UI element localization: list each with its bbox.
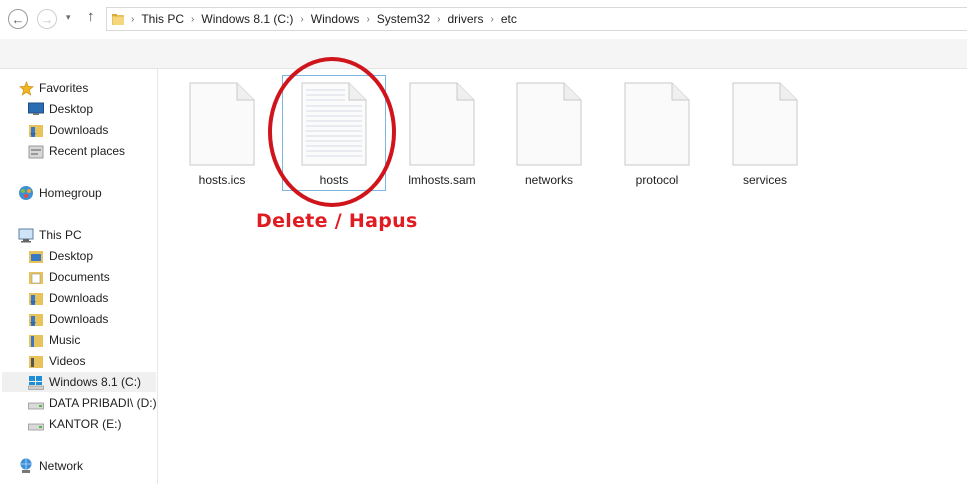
sidebar-item-label: Downloads	[49, 291, 109, 305]
sidebar-item-homegroup[interactable]: Homegroup	[18, 183, 102, 203]
sidebar-item-label: Music	[49, 333, 81, 347]
file-icon	[189, 82, 255, 166]
downloads-folder-icon	[28, 290, 44, 306]
sidebar-item-label: KANTOR (E:)	[49, 417, 122, 431]
breadcrumb-this-pc[interactable]: This PC ›	[141, 12, 201, 26]
downloads-folder-icon	[28, 122, 44, 138]
file-item-hosts-ics[interactable]: hosts.ics	[172, 82, 272, 187]
breadcrumb-etc[interactable]: etc	[501, 12, 517, 26]
breadcrumb-drivers[interactable]: drivers ›	[447, 12, 500, 26]
sidebar-item-label: Downloads	[49, 312, 109, 326]
breadcrumb-system32[interactable]: System32 ›	[377, 12, 448, 26]
recent-locations-dropdown[interactable]: ▾	[66, 12, 71, 23]
annotation-circle	[268, 57, 396, 207]
back-button[interactable]: ←	[8, 9, 28, 29]
star-icon	[18, 80, 34, 96]
sidebar-item-label: DATA PRIBADI\ (D:)	[49, 396, 157, 410]
sidebar-item-label: Desktop	[49, 102, 94, 116]
sidebar-item-label: Downloads	[49, 123, 109, 137]
file-item-networks[interactable]: networks	[499, 82, 599, 187]
sidebar-item-downloads-2[interactable]: Downloads	[28, 309, 108, 329]
desktop-folder-icon	[28, 248, 44, 264]
annotation-label: Delete / Hapus	[256, 210, 418, 232]
breadcrumb-windows[interactable]: Windows ›	[311, 12, 377, 26]
sidebar-item-label: Favorites	[39, 81, 89, 95]
drive-icon	[28, 416, 44, 432]
sidebar-item-recent-places[interactable]: Recent places	[28, 141, 125, 161]
sidebar-item-documents[interactable]: Documents	[28, 267, 110, 287]
file-item-lmhosts-sam[interactable]: lmhosts.sam	[392, 82, 492, 187]
sidebar-item-desktop-favorite[interactable]: Desktop	[28, 99, 93, 119]
toolbar-strip	[0, 39, 967, 69]
sidebar-item-this-pc[interactable]: This PC	[18, 225, 82, 245]
address-bar: ← → ▾ ↑ › This PC › Windows 8.1 (C:) › Win…	[0, 0, 967, 39]
file-item-services[interactable]: services	[715, 82, 815, 187]
file-name: services	[742, 173, 787, 187]
sidebar-item-label: Windows 8.1 (C:)	[49, 375, 142, 389]
sidebar-item-network[interactable]: Network	[18, 456, 83, 476]
sidebar-item-kantor-drive[interactable]: KANTOR (E:)	[28, 414, 121, 434]
sidebar-item-label: Homegroup	[39, 186, 102, 200]
up-button[interactable]: ↑	[87, 8, 95, 25]
homegroup-icon	[18, 185, 34, 201]
sidebar-item-videos[interactable]: Videos	[28, 351, 85, 371]
sidebar-item-label: Desktop	[49, 249, 94, 263]
sidebar-item-desktop[interactable]: Desktop	[28, 246, 93, 266]
file-icon	[409, 82, 475, 166]
computer-icon	[18, 227, 34, 243]
sidebar-item-label: This PC	[39, 228, 82, 242]
sidebar-item-windows-drive[interactable]: Windows 8.1 (C:)	[2, 372, 156, 392]
sidebar-item-downloads-favorite[interactable]: Downloads	[28, 120, 108, 140]
file-name: protocol	[635, 173, 679, 187]
music-folder-icon	[28, 332, 44, 348]
file-icon	[624, 82, 690, 166]
sidebar-item-label: Videos	[49, 354, 86, 368]
sidebar-item-downloads-1[interactable]: Downloads	[28, 288, 108, 308]
sidebar-item-label: Documents	[49, 270, 110, 284]
breadcrumb-separator-icon: ›	[131, 13, 135, 25]
breadcrumb[interactable]: › This PC › Windows 8.1 (C:) › Windows › Sy…	[106, 7, 967, 31]
forward-arrow-icon: →	[40, 11, 54, 27]
sidebar-item-label: Network	[39, 459, 84, 473]
file-icon	[732, 82, 798, 166]
file-name: lmhosts.sam	[408, 173, 476, 187]
downloads-folder-icon	[28, 311, 44, 327]
recent-places-icon	[28, 143, 44, 159]
back-arrow-icon: ←	[11, 11, 25, 27]
forward-button[interactable]: →	[37, 9, 57, 29]
network-icon	[18, 458, 34, 474]
sidebar-item-data-pribadi-drive[interactable]: DATA PRIBADI\ (D:)	[28, 393, 157, 413]
file-icon	[516, 82, 582, 166]
navigation-pane: Favorites Desktop Downloads Recent place…	[0, 69, 158, 484]
sidebar-item-favorites[interactable]: Favorites	[18, 78, 88, 98]
sidebar-item-music[interactable]: Music	[28, 330, 80, 350]
documents-folder-icon	[28, 269, 44, 285]
file-item-protocol[interactable]: protocol	[607, 82, 707, 187]
windows-drive-icon	[28, 374, 44, 390]
breadcrumb-windows-drive[interactable]: Windows 8.1 (C:) ›	[201, 12, 310, 26]
drive-icon	[28, 395, 44, 411]
videos-folder-icon	[28, 353, 44, 369]
folder-icon	[112, 14, 124, 25]
desktop-icon	[28, 101, 44, 117]
file-name: hosts.ics	[198, 173, 246, 187]
file-name: networks	[524, 173, 574, 187]
sidebar-item-label: Recent places	[49, 144, 126, 158]
